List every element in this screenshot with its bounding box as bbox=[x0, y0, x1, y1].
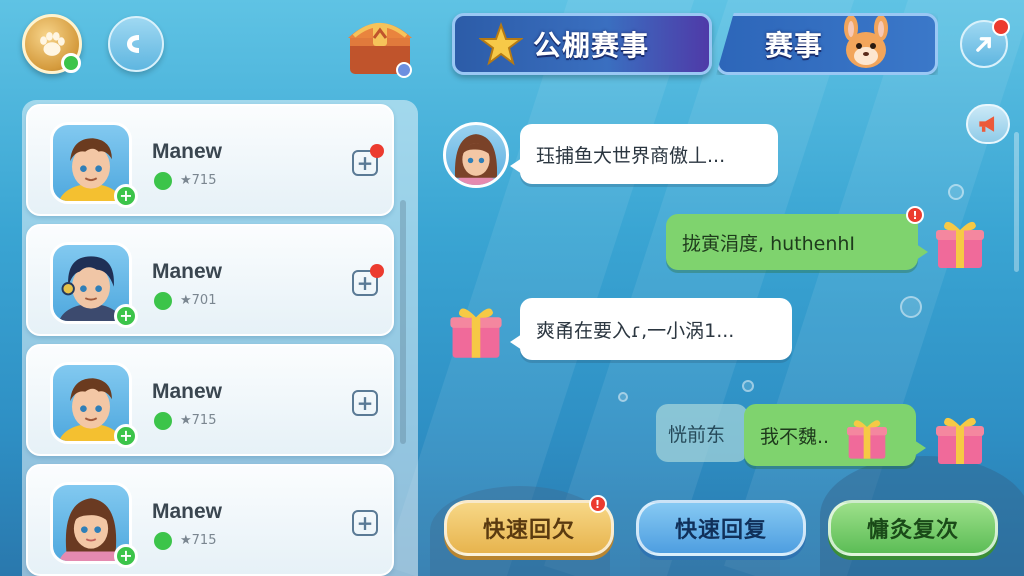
message-preview: 恍前东 bbox=[656, 404, 748, 462]
sender-avatar[interactable] bbox=[443, 122, 509, 188]
share-arrow-icon bbox=[976, 37, 991, 52]
gift-icon[interactable] bbox=[930, 212, 990, 272]
treasure-chest-icon bbox=[348, 23, 412, 78]
chat-message-bubble[interactable]: 珏捕鱼大世界商傲丄... bbox=[510, 124, 778, 184]
online-status-dot bbox=[61, 53, 81, 73]
add-button[interactable]: + bbox=[352, 510, 378, 536]
add-friend-badge: + bbox=[114, 304, 138, 328]
back-button[interactable] bbox=[108, 16, 164, 72]
quick-reply-label: 快速回复 bbox=[674, 518, 767, 543]
message-text: 拢寅涓度, huthenhⅠ bbox=[682, 232, 856, 255]
friend-score: ★715 bbox=[180, 413, 217, 428]
online-status-dot bbox=[154, 292, 172, 310]
friend-card[interactable]: + Manew ★715 + bbox=[26, 104, 394, 216]
quick-reply-button[interactable]: 快速回复 bbox=[636, 500, 806, 556]
notification-dot bbox=[370, 264, 384, 278]
friend-name: Manew bbox=[152, 380, 223, 403]
share-button[interactable] bbox=[960, 18, 1010, 68]
back-arrow-icon bbox=[127, 35, 139, 53]
gift-icon[interactable] bbox=[444, 298, 508, 362]
online-status-dot bbox=[154, 532, 172, 550]
share-notification-badge bbox=[992, 18, 1010, 36]
event-banner-tournament[interactable]: 赛事 bbox=[716, 13, 938, 75]
notification-dot bbox=[370, 144, 384, 158]
add-friend-badge: + bbox=[114, 184, 138, 208]
banner-2-label: 赛事 bbox=[765, 29, 824, 62]
quick-reply-label: 快速回欠 bbox=[482, 518, 575, 543]
announcement-button[interactable] bbox=[966, 104, 1010, 144]
quick-reply-label: 慵灸复次 bbox=[866, 518, 959, 543]
friend-score: ★701 bbox=[180, 293, 217, 308]
profile-button[interactable] bbox=[22, 14, 82, 74]
online-status-dot bbox=[154, 172, 172, 190]
friend-card[interactable]: + Manew ★701 + bbox=[26, 224, 394, 336]
chat-scrollbar[interactable] bbox=[1014, 132, 1019, 272]
quick-reply-button[interactable]: 快速回欠 ! bbox=[444, 495, 614, 556]
add-friend-badge: + bbox=[114, 424, 138, 448]
quick-reply-button[interactable]: 慵灸复次 bbox=[828, 500, 998, 556]
online-status-dot bbox=[154, 412, 172, 430]
friend-name: Manew bbox=[152, 500, 223, 523]
event-banner-pigeon-race[interactable]: 公棚赛事 bbox=[452, 13, 712, 75]
add-friend-badge: + bbox=[114, 544, 138, 568]
friends-list-scrollbar[interactable] bbox=[400, 200, 406, 444]
gift-icon bbox=[842, 412, 892, 462]
error-badge: ! bbox=[906, 206, 924, 224]
gift-icon[interactable] bbox=[930, 408, 990, 468]
friends-list-panel: + Manew ★715 + + Manew ★701 + + Manew ★7… bbox=[22, 100, 418, 576]
friend-name: Manew bbox=[152, 140, 223, 163]
preview-text: 恍前东 bbox=[668, 423, 726, 446]
message-text: 珏捕鱼大世界商傲丄... bbox=[536, 144, 726, 167]
friend-score: ★715 bbox=[180, 533, 217, 548]
error-badge: ! bbox=[589, 495, 607, 513]
kangaroo-mascot-icon bbox=[844, 16, 889, 68]
friend-score: ★715 bbox=[180, 173, 217, 188]
star-badge-icon bbox=[479, 22, 523, 66]
message-text: 我不魏.. bbox=[760, 425, 830, 448]
chat-message-bubble-self[interactable]: 拢寅涓度, huthenhⅠ ! bbox=[666, 206, 928, 270]
message-text: 爽甬在要入ɾ,一小涡1... bbox=[536, 319, 735, 342]
banner-1-label: 公棚赛事 bbox=[533, 29, 650, 62]
chat-message-bubble[interactable]: 爽甬在要入ɾ,一小涡1... bbox=[510, 298, 792, 360]
friend-name: Manew bbox=[152, 260, 223, 283]
friend-card[interactable]: + Manew ★715 + bbox=[26, 344, 394, 456]
add-button[interactable]: + bbox=[352, 390, 378, 416]
treasure-chest-button[interactable] bbox=[340, 8, 420, 80]
friend-card[interactable]: + Manew ★715 + bbox=[26, 464, 394, 576]
megaphone-icon bbox=[979, 116, 995, 132]
